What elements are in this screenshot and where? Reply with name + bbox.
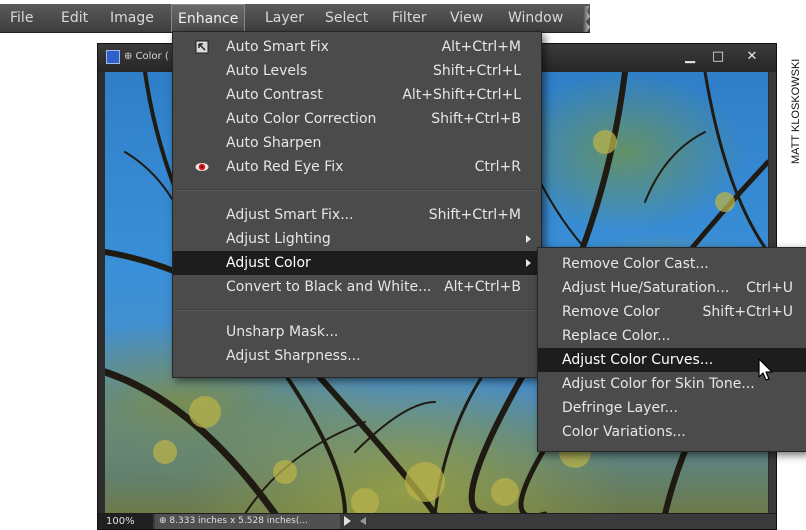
menu-bar: File Edit Image Enhance Layer Select Fil… — [0, 4, 590, 33]
scroll-left-icon[interactable] — [360, 517, 366, 525]
menu-item-auto-red-eye-fix[interactable]: Auto Red Eye Fix Ctrl+R — [173, 155, 541, 179]
menu-item-remove-color-cast[interactable]: Remove Color Cast... — [538, 252, 806, 276]
info-menu-arrow-icon[interactable] — [344, 516, 351, 526]
menu-item-adjust-hue-saturation[interactable]: Adjust Hue/Saturation... Ctrl+U — [538, 276, 806, 300]
menu-window[interactable]: Window — [502, 4, 569, 32]
submenu-arrow-icon — [526, 235, 531, 243]
zoom-level[interactable]: 100% — [98, 514, 153, 529]
menu-item-auto-color-correction[interactable]: Auto Color Correction Shift+Ctrl+B — [173, 107, 541, 131]
torn-edge — [583, 6, 590, 32]
menu-edit[interactable]: Edit — [55, 4, 94, 32]
document-icon — [106, 50, 120, 64]
menu-view[interactable]: View — [444, 4, 489, 32]
enhance-menu: Auto Smart Fix Alt+Ctrl+M Auto Levels Sh… — [172, 31, 542, 378]
menu-item-remove-color[interactable]: Remove Color Shift+Ctrl+U — [538, 300, 806, 324]
menu-item-adjust-lighting[interactable]: Adjust Lighting — [173, 227, 541, 251]
menu-item-auto-sharpen[interactable]: Auto Sharpen — [173, 131, 541, 155]
menu-item-defringe-layer[interactable]: Defringe Layer... — [538, 396, 806, 420]
menu-enhance[interactable]: Enhance — [171, 4, 246, 32]
adjust-color-submenu: Remove Color Cast... Adjust Hue/Saturati… — [537, 247, 806, 452]
close-icon[interactable]: ✕ — [742, 48, 762, 66]
menu-item-auto-contrast[interactable]: Auto Contrast Alt+Shift+Ctrl+L — [173, 83, 541, 107]
menu-item-color-variations[interactable]: Color Variations... — [538, 420, 806, 444]
smart-fix-icon — [195, 40, 209, 54]
menu-separator — [177, 189, 537, 191]
status-bar: 100% ⊕ 8.333 inches x 5.528 inches(... — [98, 513, 776, 529]
menu-layer[interactable]: Layer — [259, 4, 310, 32]
menu-item-auto-levels[interactable]: Auto Levels Shift+Ctrl+L — [173, 59, 541, 83]
menu-filter[interactable]: Filter — [386, 4, 433, 32]
menu-item-adjust-smart-fix[interactable]: Adjust Smart Fix... Shift+Ctrl+M — [173, 203, 541, 227]
photo-credit: MATT KLOSKOWSKI — [790, 58, 802, 164]
menu-item-adjust-sharpness[interactable]: Adjust Sharpness... — [173, 344, 541, 368]
mouse-pointer-icon — [758, 358, 773, 381]
menu-item-unsharp-mask[interactable]: Unsharp Mask... — [173, 320, 541, 344]
maximize-icon[interactable]: □ — [708, 48, 728, 66]
menu-select[interactable]: Select — [319, 4, 374, 32]
submenu-arrow-icon — [526, 259, 531, 267]
minimize-icon[interactable]: ▁ — [680, 48, 700, 66]
menu-item-adjust-color[interactable]: Adjust Color — [173, 251, 541, 275]
menu-item-convert-bw[interactable]: Convert to Black and White... Alt+Ctrl+B — [173, 275, 541, 299]
document-title: ⊕ Color ( — [124, 51, 169, 62]
red-eye-icon — [195, 163, 209, 171]
menu-image[interactable]: Image — [104, 4, 160, 32]
menu-item-auto-smart-fix[interactable]: Auto Smart Fix Alt+Ctrl+M — [173, 35, 541, 59]
document-info[interactable]: ⊕ 8.333 inches x 5.528 inches(... — [155, 514, 340, 529]
menu-file[interactable]: File — [4, 4, 39, 32]
menu-separator — [177, 309, 537, 311]
menu-item-replace-color[interactable]: Replace Color... — [538, 324, 806, 348]
